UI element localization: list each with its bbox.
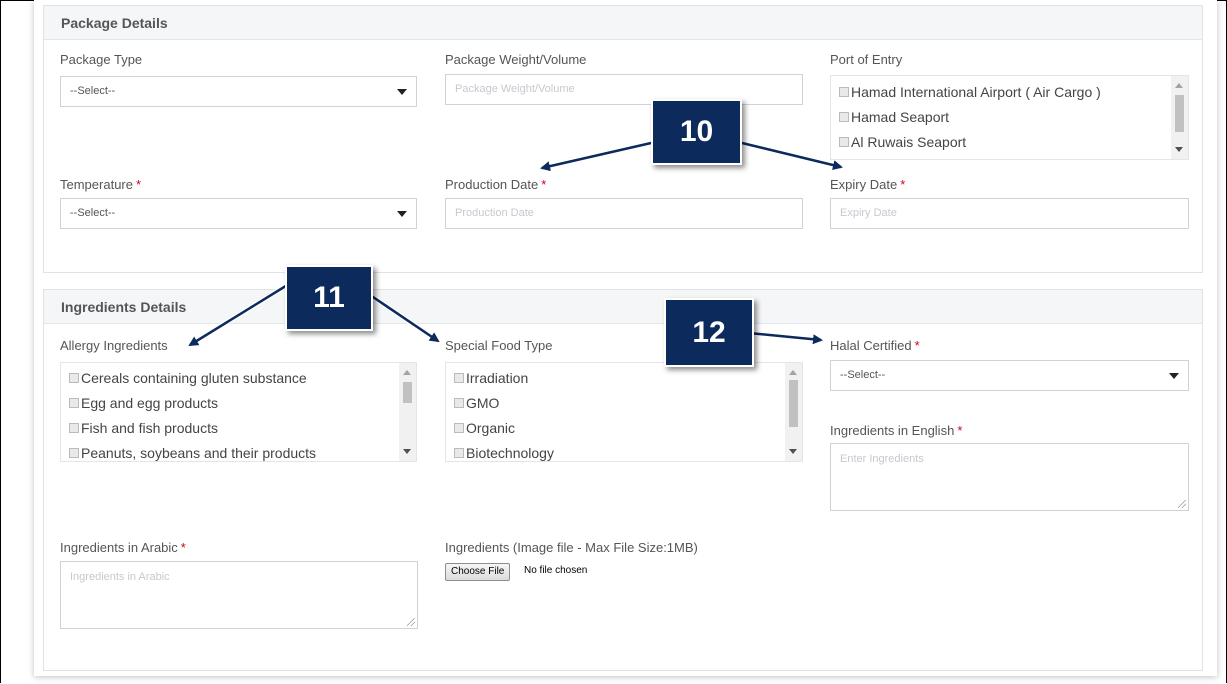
- arrow-to-production-date: [540, 141, 652, 172]
- callout-12: 12: [664, 298, 754, 367]
- arrow-to-special-food-type: [369, 293, 440, 343]
- callout-11: 11: [285, 265, 373, 331]
- arrow-to-expiry-date: [741, 141, 843, 170]
- callout-arrows: [188, 140, 843, 348]
- arrow-to-allergy-ingredients: [188, 282, 290, 347]
- callout-10: 10: [651, 99, 742, 165]
